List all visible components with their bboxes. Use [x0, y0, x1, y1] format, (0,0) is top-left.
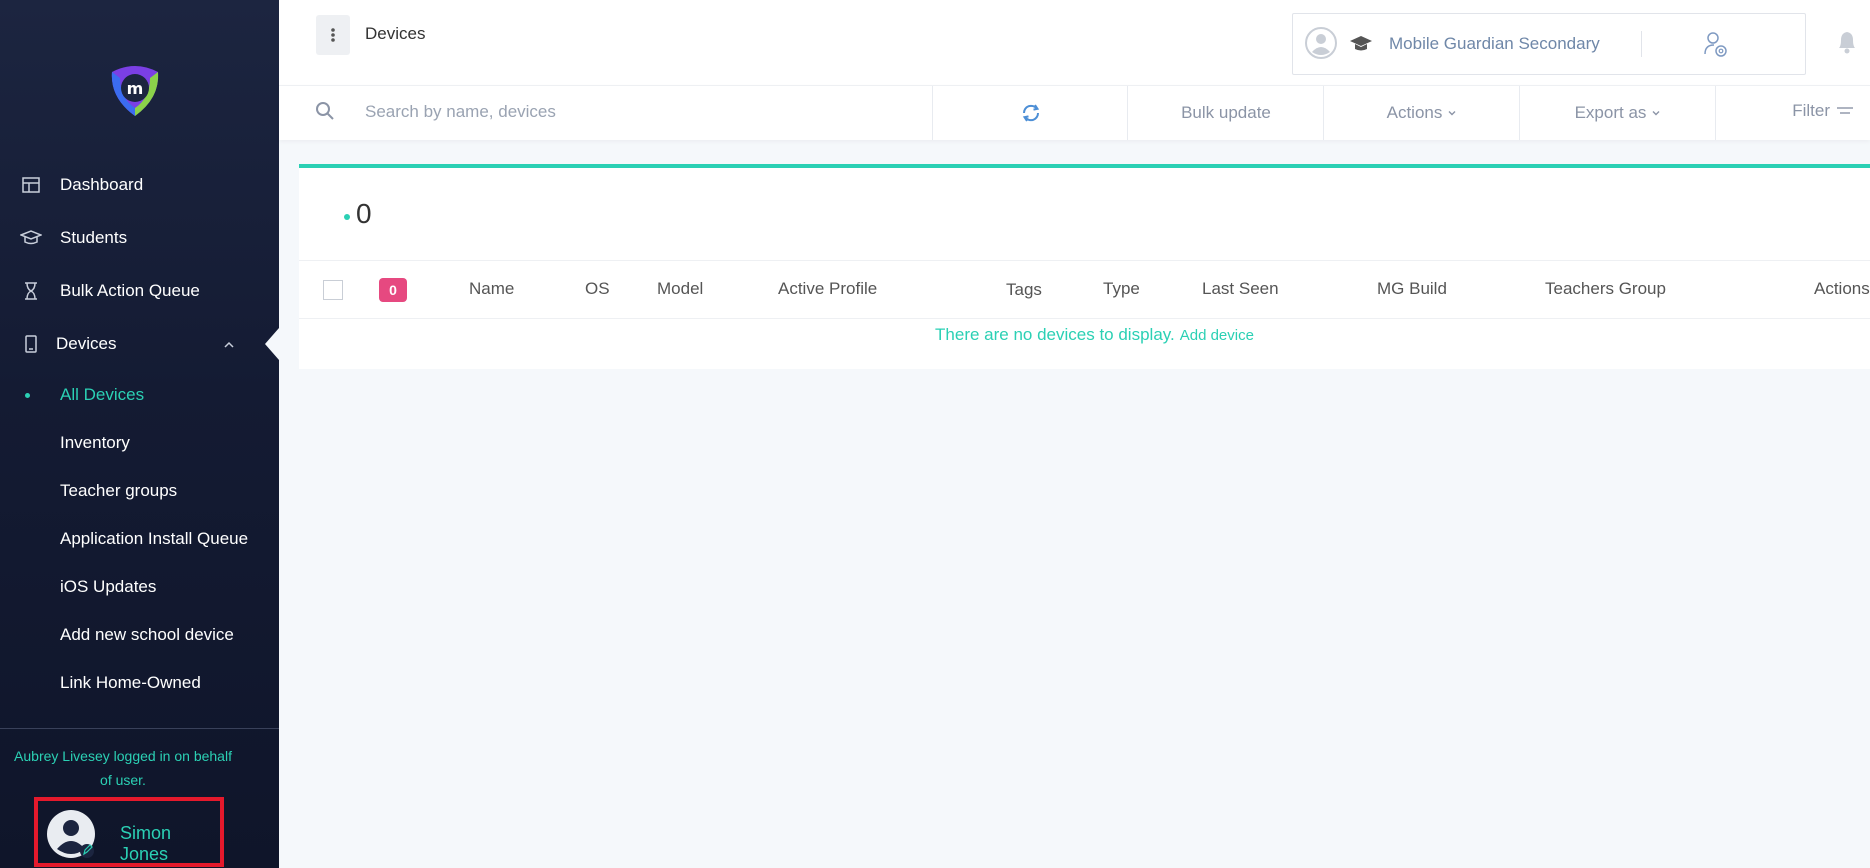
active-dot	[25, 392, 30, 398]
actions-label: Actions	[1386, 103, 1443, 122]
column-header-actions[interactable]: Actions	[1814, 279, 1870, 299]
chevron-down-icon	[1448, 111, 1456, 116]
sidebar-item-dashboard[interactable]: Dashboard	[0, 165, 279, 205]
graduation-cap-icon	[20, 227, 42, 249]
sidebar-subitem-label: Link Home-Owned	[60, 673, 201, 692]
impersonation-notice: Aubrey Livesey logged in on behalf of us…	[0, 744, 246, 792]
sidebar-subitem-application-install-queue[interactable]: Application Install Queue	[0, 521, 279, 557]
selected-count-badge: 0	[379, 278, 407, 302]
select-all-checkbox[interactable]	[323, 280, 343, 300]
sidebar-subitem-label: Add new school device	[60, 625, 234, 644]
sidebar-item-devices[interactable]: Devices	[0, 324, 279, 364]
search-input[interactable]	[365, 92, 925, 132]
refresh-button[interactable]	[933, 86, 1129, 140]
empty-state-row: There are no devices to display. Add dev…	[299, 319, 1870, 351]
sidebar-subitem-link-home-owned[interactable]: Link Home-Owned	[0, 665, 279, 701]
org-avatar-icon	[1305, 27, 1337, 59]
phone-icon	[20, 333, 42, 355]
sidebar: m Dashboard Students Bulk Action Queue D…	[0, 0, 279, 868]
sidebar-item-label: Devices	[56, 334, 117, 353]
chevron-down-icon	[1652, 111, 1660, 116]
sidebar-divider	[0, 728, 279, 729]
sidebar-item-label: Bulk Action Queue	[60, 281, 200, 300]
actions-dropdown[interactable]: Actions	[1324, 86, 1520, 140]
export-as-label: Export as	[1574, 103, 1647, 122]
impersonation-line-1: Aubrey Livesey logged in on behalf	[14, 748, 232, 764]
bulk-update-button[interactable]: Bulk update	[1128, 86, 1324, 140]
count-indicator-dot	[344, 214, 350, 220]
bulk-update-label: Bulk update	[1181, 103, 1271, 122]
sidebar-subitem-label: Application Install Queue	[60, 529, 249, 548]
filter-button[interactable]: Filter	[1716, 84, 1870, 138]
column-header-name[interactable]: Name	[469, 279, 514, 299]
sidebar-subitem-all-devices[interactable]: All Devices	[0, 377, 279, 413]
separator	[1641, 31, 1642, 57]
column-header-teachers-group[interactable]: Teachers Group	[1545, 279, 1666, 299]
sidebar-item-bulk-action-queue[interactable]: Bulk Action Queue	[0, 271, 279, 311]
sidebar-subitem-ios-updates[interactable]: iOS Updates	[0, 569, 279, 605]
filter-icon	[1837, 107, 1853, 114]
empty-state-message: There are no devices to display.	[935, 325, 1175, 344]
user-profile[interactable]: Simon Jones	[34, 797, 224, 867]
user-settings-icon[interactable]	[1703, 30, 1729, 58]
svg-text:m: m	[127, 79, 144, 98]
dashboard-icon	[20, 174, 42, 196]
column-header-type[interactable]: Type	[1103, 279, 1140, 299]
column-header-os[interactable]: OS	[585, 279, 610, 299]
hourglass-icon	[20, 280, 42, 302]
sidebar-subitem-teacher-groups[interactable]: Teacher groups	[0, 473, 279, 509]
column-header-active-profile[interactable]: Active Profile	[778, 279, 877, 299]
filter-label: Filter	[1792, 101, 1830, 120]
refresh-icon	[1022, 104, 1040, 122]
active-section-pointer	[265, 328, 279, 360]
sidebar-item-label: Dashboard	[60, 175, 144, 194]
search-icon	[316, 102, 334, 120]
notifications-bell-icon[interactable]	[1835, 28, 1859, 56]
graduation-cap-icon	[1350, 36, 1372, 51]
sidebar-subitem-label: Inventory	[60, 433, 130, 452]
sidebar-item-students[interactable]: Students	[0, 218, 279, 258]
sidebar-subitem-inventory[interactable]: Inventory	[0, 425, 279, 461]
impersonation-line-2: of user.	[100, 772, 146, 788]
user-name[interactable]: Simon Jones	[120, 823, 220, 865]
export-as-dropdown[interactable]: Export as	[1520, 86, 1716, 140]
organisation-selector[interactable]: Mobile Guardian Secondary	[1292, 13, 1806, 75]
kebab-menu-icon	[331, 28, 335, 42]
sidebar-subitem-label: All Devices	[60, 385, 145, 404]
more-menu-button[interactable]	[316, 15, 350, 55]
sidebar-item-label: Students	[60, 228, 128, 247]
column-header-tags[interactable]: Tags	[1006, 280, 1042, 300]
card-divider	[299, 260, 1870, 261]
column-header-mg-build[interactable]: MG Build	[1377, 279, 1447, 299]
add-device-link[interactable]: Add device	[1180, 327, 1254, 344]
mobile-guardian-logo-icon[interactable]: m	[104, 58, 166, 120]
user-avatar-icon	[47, 810, 95, 858]
devices-card: 0 0 Name OS Model Active Profile Tags Ty…	[299, 164, 1870, 369]
column-header-model[interactable]: Model	[657, 279, 703, 299]
devices-toolbar: Bulk update Actions Export as Filter	[279, 85, 1870, 140]
devices-count: 0	[356, 198, 372, 229]
organisation-name: Mobile Guardian Secondary	[1389, 34, 1600, 53]
sidebar-subitem-label: Teacher groups	[60, 481, 178, 500]
sidebar-subitem-add-new-school-device[interactable]: Add new school device	[0, 617, 279, 653]
sidebar-subitem-label: iOS Updates	[60, 577, 157, 596]
top-header: Devices Mobile Guardian Secondary	[279, 0, 1870, 85]
chevron-up-icon[interactable]	[222, 338, 236, 352]
column-header-last-seen[interactable]: Last Seen	[1202, 279, 1279, 299]
page-title: Devices	[365, 24, 426, 43]
